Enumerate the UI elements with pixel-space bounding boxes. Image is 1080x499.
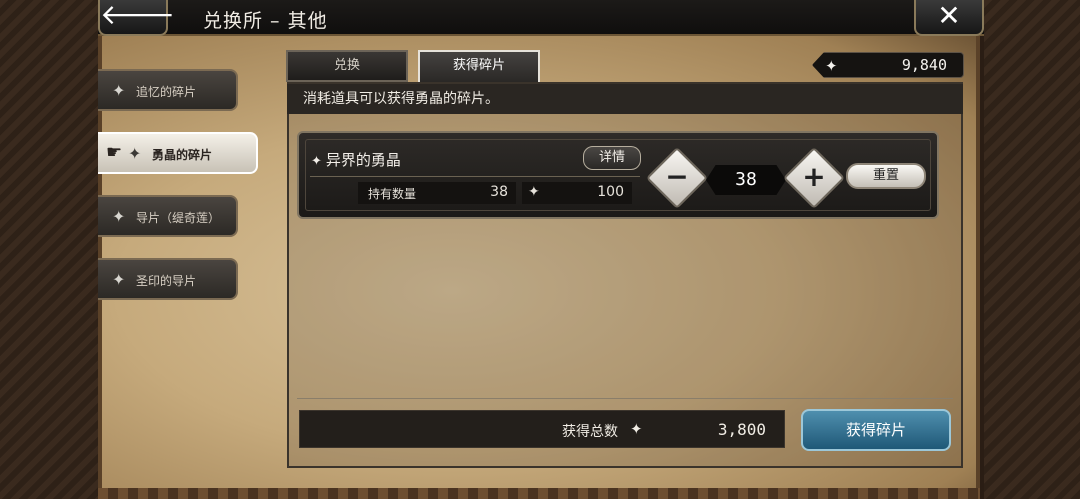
item-name-label: 异界的勇晶 <box>325 151 401 169</box>
back-button[interactable]: 🡐 <box>98 0 175 36</box>
close-icon: ✕ <box>937 0 961 32</box>
description-bar: 消耗道具可以获得勇晶的碎片。 <box>287 84 963 114</box>
diamond-icon: ✦ <box>311 154 322 169</box>
pointing-hand-icon: ☛ <box>106 142 123 163</box>
detail-button[interactable]: 详情 <box>583 146 641 170</box>
currency-value: 9,840 <box>901 56 947 74</box>
sidebar-item-guide-fragment[interactable]: ✦ 导片（缇奇莲） <box>98 195 238 237</box>
plus-icon: + <box>802 160 826 193</box>
sidebar-item-label: 追忆的碎片 <box>136 85 197 99</box>
bottom-divider <box>297 398 953 399</box>
fragment-yield: ✦ 100 <box>522 182 632 204</box>
sidebar-item-label: 圣印的导片 <box>136 274 197 288</box>
owned-label: 持有数量 <box>368 187 417 201</box>
sidebar-item-label: 导片（缇奇莲） <box>136 211 221 225</box>
tab-exchange[interactable]: 兑换 <box>286 50 408 82</box>
diamond-icon: ✦ <box>128 144 142 163</box>
page-title: 兑换所 – 其他 <box>203 10 328 32</box>
right-border-frame <box>984 0 1080 499</box>
diamond-icon: ✦ <box>112 207 126 226</box>
diamond-icon: ✦ <box>112 270 126 289</box>
currency-display: ✦ 9,840 <box>812 52 964 78</box>
quantity-display: 38 <box>706 165 786 195</box>
minus-icon: − <box>665 160 689 193</box>
total-bar: 获得总数 ✦ 3,800 <box>299 410 785 448</box>
left-border-frame <box>0 0 98 499</box>
reset-button[interactable]: 重置 <box>846 163 926 189</box>
divider <box>310 176 640 177</box>
diamond-icon: ✦ <box>630 420 643 438</box>
owned-quantity: 持有数量 38 <box>358 182 516 204</box>
sidebar-item-seal-guide-fragment[interactable]: ✦ 圣印的导片 <box>98 258 238 300</box>
tab-get-fragments[interactable]: 获得碎片 <box>418 50 540 84</box>
diamond-icon: ✦ <box>112 81 126 100</box>
fragment-yield-value: 100 <box>597 184 624 200</box>
total-value: 3,800 <box>717 420 766 439</box>
close-button[interactable]: ✕ <box>914 0 984 36</box>
total-label: 获得总数 <box>562 424 618 440</box>
item-name: ✦ 异界的勇晶 <box>311 149 401 170</box>
sidebar-item-label: 勇晶的碎片 <box>152 148 213 162</box>
diamond-icon: ✦ <box>528 184 540 200</box>
back-arrow-icon: 🡐 <box>100 0 176 31</box>
sidebar-item-memory-fragment[interactable]: ✦ 追忆的碎片 <box>98 69 238 111</box>
diamond-icon: ✦ <box>825 57 838 75</box>
get-fragments-button[interactable]: 获得碎片 <box>801 409 951 451</box>
bottom-ornament <box>98 488 980 499</box>
owned-value: 38 <box>490 184 508 200</box>
sidebar-item-brave-crystal-fragment[interactable]: ☛ ✦ 勇晶的碎片 <box>98 132 258 174</box>
